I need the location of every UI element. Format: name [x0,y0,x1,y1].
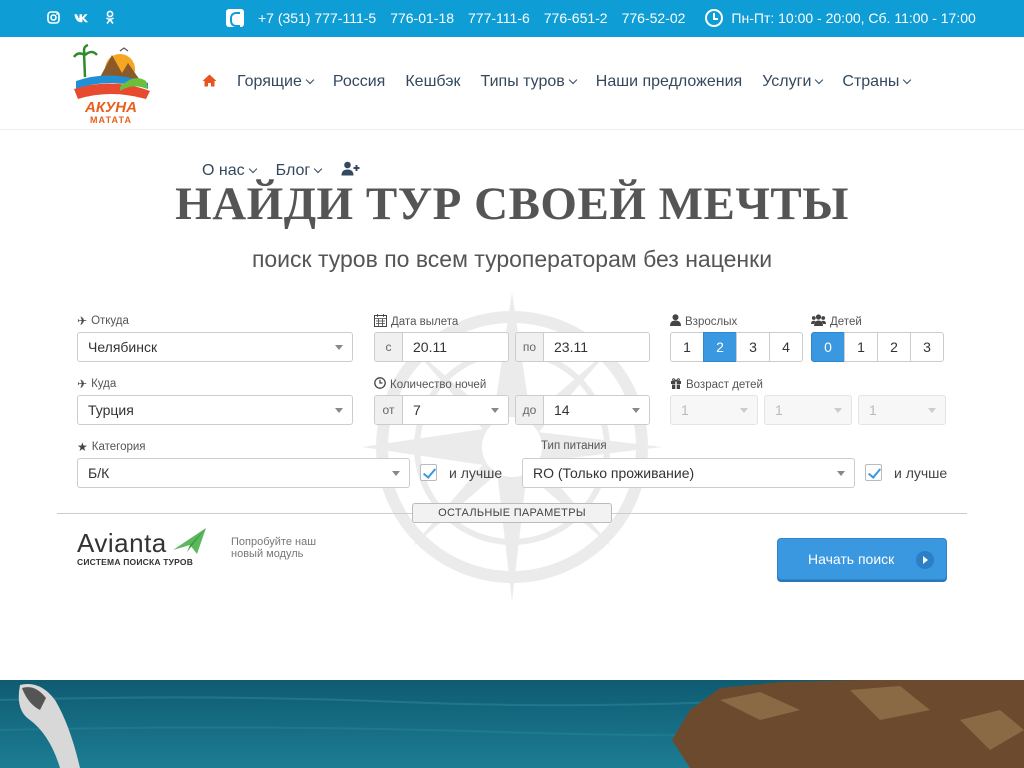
nav-item-hot[interactable]: Горящие [237,73,315,91]
checkbox-label: и лучше [449,464,503,481]
star-icon: ★ [77,440,88,454]
nav-item-offers[interactable]: Наши предложения [596,73,742,91]
nav-item-russia[interactable]: Россия [333,73,385,91]
avianta-promo: Попробуйте наш новый модуль [231,536,317,560]
meal-better-checkbox[interactable]: и лучше [865,464,947,481]
site-logo[interactable]: АКУНА МАТАТА [70,43,152,127]
checkbox[interactable] [420,464,437,481]
from-select[interactable]: Челябинск [77,332,353,362]
plane-arrival-icon: ✈ [77,377,88,391]
adults-option[interactable]: 3 [736,332,770,362]
kids-age-label: Возраст детей [670,377,763,392]
instagram-icon[interactable] [46,9,61,26]
date-from-field[interactable]: с 20.11 [374,332,509,362]
adults-option[interactable]: 2 [703,332,737,362]
nights-to-value[interactable]: 14 [544,396,649,424]
top-bar: +7 (351) 777-111-5 776-01-18 777-111-6 7… [0,0,1024,37]
phone-number[interactable]: 776-52-02 [622,10,686,26]
kids-option[interactable]: 2 [877,332,911,362]
from-label: ✈ Откуда [77,314,129,328]
clock-icon [705,9,724,27]
avianta-tagline: СИСТЕМА ПОИСКА ТУРОВ [77,557,194,567]
hero-photo [0,680,1024,768]
adults-label: Взрослых [670,314,737,329]
calendar-icon [374,314,387,330]
phone-number[interactable]: 776-01-18 [390,10,454,26]
clock-icon [374,377,386,392]
start-search-button[interactable]: Начать поиск [777,538,947,580]
nights-to-field[interactable]: до 14 [515,395,650,425]
phone-icon [226,9,244,27]
category-better-checkbox[interactable]: и лучше [420,464,502,481]
phone-number[interactable]: 776-651-2 [544,10,608,26]
kid-age-select[interactable]: 1 [764,395,852,425]
users-icon [811,314,826,329]
date-to-value[interactable]: 23.11 [544,333,649,361]
main-nav: Горящие Россия Кешбэк Типы туров Наши пр… [202,72,912,92]
home-icon[interactable] [202,72,217,92]
adults-option[interactable]: 4 [769,332,803,362]
meal-label: Тип питания [541,440,607,452]
category-select[interactable]: Б/К [77,458,410,488]
date-to-field[interactable]: по 23.11 [515,332,650,362]
contacts: +7 (351) 777-111-5 776-01-18 777-111-6 7… [226,9,976,27]
social-links [46,9,117,26]
date-from-value[interactable]: 20.11 [403,333,508,361]
kid-age-select[interactable]: 1 [670,395,758,425]
kids-option[interactable]: 0 [811,332,845,362]
nights-from-prefix: от [375,396,403,424]
nights-label: Количество ночей [374,377,486,392]
working-hours: Пн-Пт: 10:00 - 20:00, Сб. 11:00 - 17:00 [731,10,976,26]
nav-item-services[interactable]: Услуги [762,73,824,91]
logo-subtext: МАТАТА [90,115,132,125]
phone-number[interactable]: +7 (351) 777-111-5 [258,10,376,26]
user-icon [670,314,681,329]
odnoklassniki-icon[interactable] [102,9,117,26]
nav-item-countries[interactable]: Страны [842,73,912,91]
date-from-prefix: с [375,333,403,361]
plane-departure-icon: ✈ [77,314,88,328]
gift-icon [670,377,682,392]
nights-to-prefix: до [516,396,544,424]
adults-option[interactable]: 1 [670,332,704,362]
page-subtitle: поиск туров по всем туроператорам без на… [251,246,773,272]
phone-number[interactable]: 777-111-6 [468,10,530,26]
kid-age-select[interactable]: 1 [858,395,946,425]
avianta-logo[interactable]: Avianta СИСТЕМА ПОИСКА ТУРОВ [77,528,206,567]
kids-option[interactable]: 1 [844,332,878,362]
adults-selector: 1 2 3 4 [670,332,803,362]
page-title: НАЙДИ ТУР СВОЕЙ МЕЧТЫ [175,178,849,230]
checkbox-label: и лучше [894,464,948,481]
to-select[interactable]: Турция [77,395,353,425]
to-label: ✈ Куда [77,377,117,391]
meal-select[interactable]: RO (Только проживание) [522,458,855,488]
kids-option[interactable]: 3 [910,332,944,362]
paper-plane-icon [173,528,206,554]
kids-selector: 0 1 2 3 [811,332,944,362]
logo-text: АКУНА [85,99,137,116]
arrow-right-icon [916,551,934,569]
nights-from-field[interactable]: от 7 [374,395,509,425]
nights-from-value[interactable]: 7 [403,396,508,424]
site-header: АКУНА МАТАТА Горящие Россия Кешбэк Типы … [0,37,1024,130]
category-label: ★ Категория [77,440,146,454]
checkbox[interactable] [865,464,882,481]
more-params-button[interactable]: ОСТАЛЬНЫЕ ПАРАМЕТРЫ [412,503,612,523]
nav-item-tour-types[interactable]: Типы туров [481,73,578,91]
date-to-prefix: по [516,333,544,361]
vk-icon[interactable] [74,9,89,26]
kids-label: Детей [811,314,862,329]
date-label: Дата вылета [374,314,458,330]
nav-item-cashback[interactable]: Кешбэк [405,73,460,91]
